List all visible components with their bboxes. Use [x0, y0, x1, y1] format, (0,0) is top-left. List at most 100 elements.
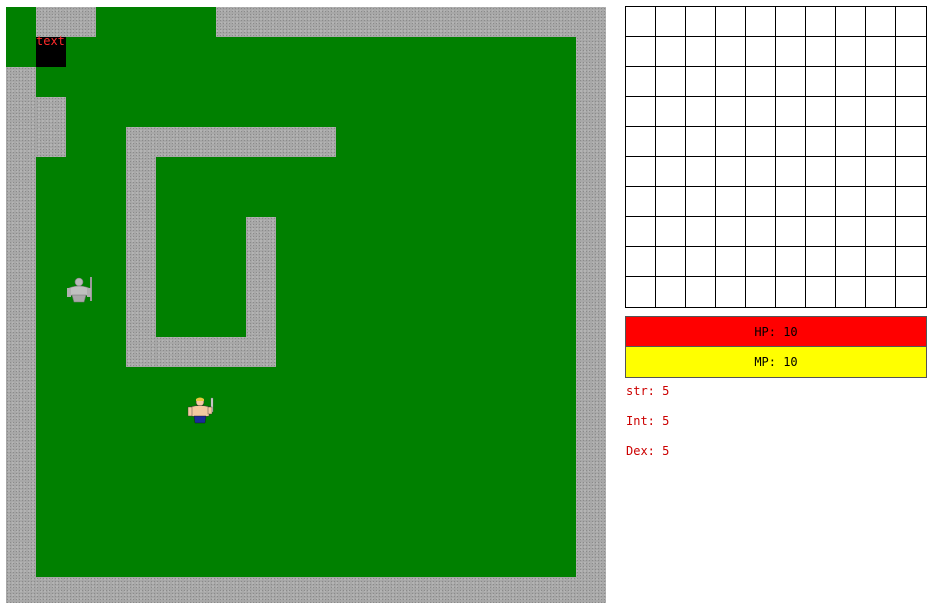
floor-main[interactable]	[36, 37, 576, 577]
inventory-slot[interactable]	[776, 187, 806, 217]
inventory-slot[interactable]	[656, 67, 686, 97]
inventory-slot[interactable]	[716, 67, 746, 97]
inventory-slot[interactable]	[626, 247, 656, 277]
inventory-slot[interactable]	[716, 127, 746, 157]
inventory-slot[interactable]	[686, 247, 716, 277]
inventory-slot[interactable]	[836, 7, 866, 37]
inventory-slot[interactable]	[656, 277, 686, 307]
inventory-slot[interactable]	[686, 157, 716, 187]
inventory-slot[interactable]	[686, 217, 716, 247]
inventory-slot[interactable]	[686, 187, 716, 217]
inventory-slot[interactable]	[716, 217, 746, 247]
inventory-slot[interactable]	[806, 7, 836, 37]
inventory-slot[interactable]	[686, 277, 716, 307]
inventory-slot[interactable]	[896, 37, 926, 67]
inventory-slot[interactable]	[686, 7, 716, 37]
inventory-slot[interactable]	[746, 127, 776, 157]
inventory-slot[interactable]	[656, 7, 686, 37]
inventory-slot[interactable]	[686, 67, 716, 97]
inventory-slot[interactable]	[746, 97, 776, 127]
inventory-slot[interactable]	[806, 157, 836, 187]
inventory-slot[interactable]	[836, 277, 866, 307]
inventory-slot[interactable]	[836, 187, 866, 217]
inventory-slot[interactable]	[626, 157, 656, 187]
inventory-slot[interactable]	[746, 187, 776, 217]
inventory-slot[interactable]	[896, 67, 926, 97]
inventory-slot[interactable]	[776, 157, 806, 187]
inventory-slot[interactable]	[716, 157, 746, 187]
inventory-slot[interactable]	[656, 247, 686, 277]
inventory-slot[interactable]	[866, 277, 896, 307]
inventory-slot[interactable]	[656, 97, 686, 127]
statue-enemy-icon[interactable]	[64, 275, 94, 305]
inventory-slot[interactable]	[806, 277, 836, 307]
inventory-slot[interactable]	[626, 187, 656, 217]
inventory-slot[interactable]	[866, 37, 896, 67]
inventory-slot[interactable]	[656, 127, 686, 157]
game-map[interactable]: text	[6, 7, 606, 603]
inventory-slot[interactable]	[836, 127, 866, 157]
inventory-slot[interactable]	[656, 187, 686, 217]
player-icon[interactable]	[186, 396, 216, 426]
inventory-slot[interactable]	[776, 37, 806, 67]
inventory-slot[interactable]	[836, 217, 866, 247]
floor-left-opening[interactable]	[6, 7, 36, 67]
inventory-slot[interactable]	[896, 187, 926, 217]
inventory-slot[interactable]	[626, 127, 656, 157]
inventory-slot[interactable]	[836, 67, 866, 97]
inventory-slot[interactable]	[686, 97, 716, 127]
inventory-slot[interactable]	[686, 37, 716, 67]
floor-top-opening[interactable]	[96, 7, 216, 37]
inventory-slot[interactable]	[896, 277, 926, 307]
inventory-slot[interactable]	[716, 187, 746, 217]
inventory-slot[interactable]	[806, 67, 836, 97]
inventory-slot[interactable]	[866, 97, 896, 127]
inventory-slot[interactable]	[866, 7, 896, 37]
inventory-slot[interactable]	[716, 7, 746, 37]
inventory-slot[interactable]	[716, 277, 746, 307]
inventory-slot[interactable]	[776, 247, 806, 277]
inventory-slot[interactable]	[716, 97, 746, 127]
inventory-slot[interactable]	[776, 127, 806, 157]
inventory-slot[interactable]	[776, 67, 806, 97]
inventory-slot[interactable]	[626, 37, 656, 67]
inventory-slot[interactable]	[806, 37, 836, 67]
inventory-grid[interactable]	[625, 6, 927, 308]
inventory-slot[interactable]	[866, 247, 896, 277]
inventory-slot[interactable]	[896, 157, 926, 187]
inventory-slot[interactable]	[866, 127, 896, 157]
inventory-slot[interactable]	[626, 7, 656, 37]
inventory-slot[interactable]	[656, 157, 686, 187]
inventory-slot[interactable]	[716, 37, 746, 67]
inventory-slot[interactable]	[836, 37, 866, 67]
inventory-slot[interactable]	[806, 97, 836, 127]
inventory-slot[interactable]	[626, 217, 656, 247]
inventory-slot[interactable]	[686, 127, 716, 157]
inventory-slot[interactable]	[806, 247, 836, 277]
inventory-slot[interactable]	[746, 37, 776, 67]
inventory-slot[interactable]	[626, 97, 656, 127]
inventory-slot[interactable]	[896, 247, 926, 277]
inventory-slot[interactable]	[716, 247, 746, 277]
inventory-slot[interactable]	[806, 187, 836, 217]
inventory-slot[interactable]	[866, 67, 896, 97]
inventory-slot[interactable]	[746, 7, 776, 37]
inventory-slot[interactable]	[746, 277, 776, 307]
inventory-slot[interactable]	[896, 97, 926, 127]
inventory-slot[interactable]	[746, 157, 776, 187]
inventory-slot[interactable]	[836, 157, 866, 187]
inventory-slot[interactable]	[776, 97, 806, 127]
inventory-slot[interactable]	[836, 97, 866, 127]
inventory-slot[interactable]	[806, 217, 836, 247]
inventory-slot[interactable]	[626, 67, 656, 97]
inventory-slot[interactable]	[866, 187, 896, 217]
inventory-slot[interactable]	[656, 217, 686, 247]
inventory-slot[interactable]	[626, 277, 656, 307]
inventory-slot[interactable]	[896, 127, 926, 157]
inventory-slot[interactable]	[776, 217, 806, 247]
inventory-slot[interactable]	[806, 127, 836, 157]
inventory-slot[interactable]	[896, 7, 926, 37]
inventory-slot[interactable]	[866, 217, 896, 247]
inventory-slot[interactable]	[776, 7, 806, 37]
inventory-slot[interactable]	[896, 217, 926, 247]
